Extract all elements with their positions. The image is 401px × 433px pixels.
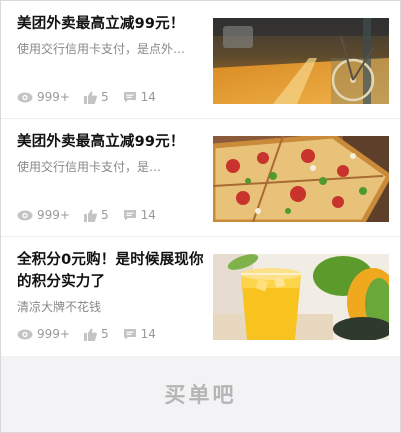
view-count-value: 999+ [37, 208, 70, 222]
comment-count-value: 14 [140, 327, 156, 341]
comment-count-value: 14 [140, 208, 156, 222]
article-feed: 美团外卖最高立减99元！ 使用交行信用卡支付，是点外… 999+ 5 14 美团… [1, 1, 400, 355]
like-count-value: 5 [100, 327, 109, 341]
view-count: 999+ [17, 327, 70, 341]
article-stats: 999+ 5 14 [17, 208, 156, 222]
comment-count[interactable]: 14 [123, 208, 156, 222]
article-title[interactable]: 美团外卖最高立减99元！ [17, 131, 205, 153]
comment-icon [123, 210, 136, 221]
article-description: 使用交行信用卡支付，是… [17, 160, 162, 174]
eye-icon [17, 92, 33, 102]
like-count[interactable]: 5 [83, 327, 109, 341]
article-description: 使用交行信用卡支付，是点外… [17, 42, 186, 56]
article-stats: 999+ 5 14 [17, 90, 156, 104]
comment-count[interactable]: 14 [123, 327, 156, 341]
article-description: 清凉大牌不花钱 [17, 300, 102, 314]
article-text: 全积分0元购！是时候展现你的积分实力了 清凉大牌不花钱 [17, 249, 205, 315]
article-stats: 999+ 5 14 [17, 327, 156, 341]
like-count-value: 5 [100, 208, 109, 222]
like-count[interactable]: 5 [83, 90, 109, 104]
thumbs-up-icon [83, 209, 97, 222]
eye-icon [17, 329, 33, 339]
article-card[interactable]: 美团外卖最高立减99元！ 使用交行信用卡支付，是… 999+ 5 14 [1, 119, 400, 237]
street-bicycle-photo[interactable] [213, 18, 389, 104]
article-text: 美团外卖最高立减99元！ 使用交行信用卡支付，是点外… [17, 13, 205, 57]
view-count-value: 999+ [37, 327, 70, 341]
like-count-value: 5 [100, 90, 109, 104]
article-text: 美团外卖最高立减99元！ 使用交行信用卡支付，是… [17, 131, 205, 175]
app-frame: 美团外卖最高立减99元！ 使用交行信用卡支付，是点外… 999+ 5 14 美团… [0, 0, 401, 433]
bottom-bar: 买单吧 [1, 356, 400, 432]
view-count: 999+ [17, 90, 70, 104]
comment-count[interactable]: 14 [123, 90, 156, 104]
maidanba-button[interactable]: 买单吧 [165, 379, 237, 409]
article-card[interactable]: 美团外卖最高立减99元！ 使用交行信用卡支付，是点外… 999+ 5 14 [1, 1, 400, 119]
article-title[interactable]: 美团外卖最高立减99元！ [17, 13, 205, 35]
pizza-photo[interactable] [213, 136, 389, 222]
article-title[interactable]: 全积分0元购！是时候展现你的积分实力了 [17, 249, 205, 293]
mango-juice-photo[interactable] [213, 254, 389, 340]
thumbs-up-icon [83, 91, 97, 104]
view-count: 999+ [17, 208, 70, 222]
comment-count-value: 14 [140, 90, 156, 104]
like-count[interactable]: 5 [83, 208, 109, 222]
eye-icon [17, 210, 33, 220]
article-card[interactable]: 全积分0元购！是时候展现你的积分实力了 清凉大牌不花钱 999+ 5 14 [1, 237, 400, 355]
thumbs-up-icon [83, 328, 97, 341]
view-count-value: 999+ [37, 90, 70, 104]
comment-icon [123, 92, 136, 103]
comment-icon [123, 329, 136, 340]
